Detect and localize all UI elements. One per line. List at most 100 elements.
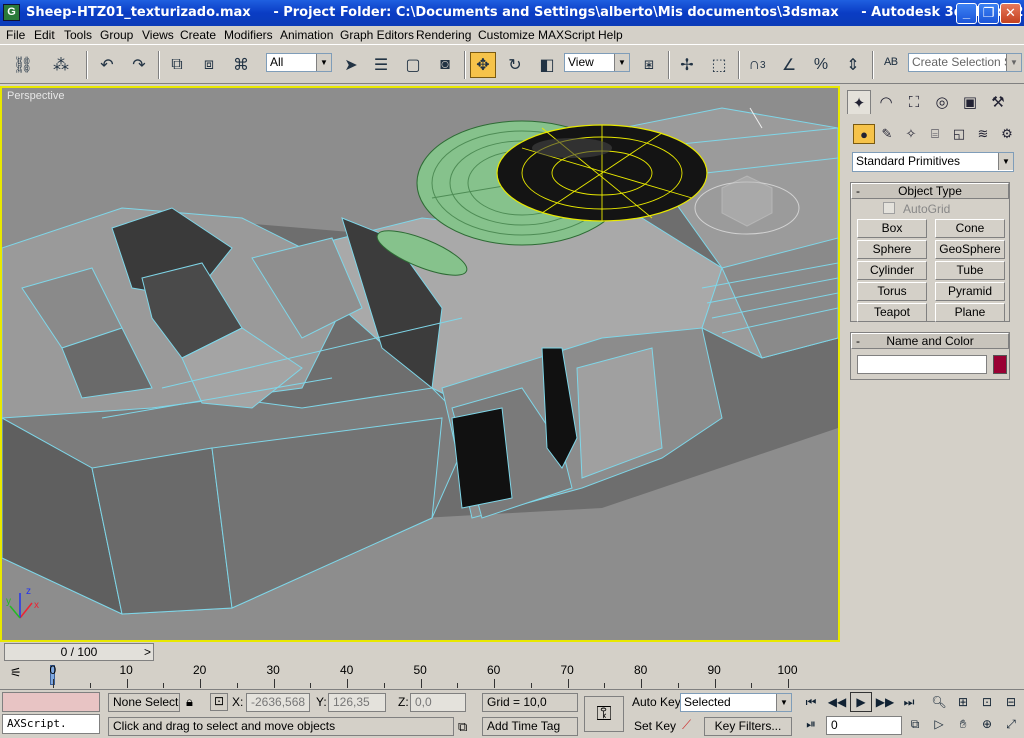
zoom-extents-icon[interactable]: ⊡ (976, 692, 998, 712)
snap-toggle-icon[interactable]: ∩ 3 (744, 52, 770, 78)
percent-snap-icon[interactable]: % (808, 52, 834, 78)
y-coordinate-field[interactable]: 126,35 (328, 693, 386, 712)
set-key-button[interactable]: Set Key (634, 719, 676, 733)
move-icon[interactable]: ✥ (470, 52, 496, 78)
select-manipulate-icon[interactable]: ✢ (674, 52, 700, 78)
menu-animation[interactable]: Animation (280, 28, 333, 42)
shapes-icon[interactable]: ✎ (876, 124, 898, 144)
key-filters-button[interactable]: Key Filters... (704, 717, 792, 736)
plane-button[interactable]: Plane (935, 303, 1005, 322)
selection-filter-dropdown[interactable]: All ▼ (266, 53, 332, 72)
cone-button[interactable]: Cone (935, 219, 1005, 238)
maximize-viewport-icon[interactable]: ⤢ (1000, 714, 1022, 734)
viewport-label[interactable]: Perspective (7, 90, 64, 102)
absolute-mode-icon[interactable]: ⊡ (210, 693, 228, 711)
window-crossing-icon[interactable]: ◙ (432, 52, 458, 78)
use-pivot-center-icon[interactable]: ⧆ (636, 52, 662, 78)
named-selection-input[interactable]: Create Selection Set ▼ (908, 53, 1022, 72)
field-of-view-icon[interactable]: ▷ (928, 714, 950, 734)
track-bar[interactable]: ⚟ 0 10 20 30 40 50 60 70 80 90 100 (0, 663, 844, 689)
menu-rendering[interactable]: Rendering (416, 28, 471, 42)
menu-graph-editors[interactable]: Graph Editors (340, 28, 414, 42)
next-frame-icon[interactable]: ▶▶ (874, 692, 896, 712)
lights-icon[interactable]: ✧ (900, 124, 922, 144)
reference-coord-dropdown[interactable]: View ▼ (564, 53, 630, 72)
play-icon[interactable]: ▶ (850, 692, 872, 712)
go-to-start-icon[interactable]: ⏮ (800, 692, 822, 712)
x-coordinate-field[interactable]: -2636,568 (246, 693, 310, 712)
keyboard-shortcut-icon[interactable]: ⬚ (706, 52, 732, 78)
space-warps-icon[interactable]: ≋ (972, 124, 994, 144)
autogrid-checkbox[interactable] (883, 202, 895, 214)
previous-frame-icon[interactable]: ◀◀ (826, 692, 848, 712)
lock-icon[interactable]: 🔒︎ (186, 694, 193, 710)
object-name-input[interactable] (857, 355, 987, 374)
menu-maxscript[interactable]: MAXScript (538, 28, 595, 42)
z-coordinate-field[interactable]: 0,0 (410, 693, 466, 712)
curve-editor-icon[interactable]: ⟋ (682, 717, 691, 733)
object-type-header[interactable]: - Object Type (851, 183, 1009, 199)
helpers-icon[interactable]: ◱ (948, 124, 970, 144)
systems-icon[interactable]: ⚙ (996, 124, 1018, 144)
maxscript-input[interactable]: AXScript. (2, 714, 100, 734)
cylinder-button[interactable]: Cylinder (857, 261, 927, 280)
zoom-extents-all-icon[interactable]: ⊟ (1000, 692, 1022, 712)
perspective-viewport[interactable]: z x y Perspective (0, 86, 840, 642)
sphere-button[interactable]: Sphere (857, 240, 927, 259)
geometry-icon[interactable]: ● (853, 124, 875, 144)
rotate-icon[interactable]: ↻ (502, 52, 528, 78)
menu-file[interactable]: File (6, 28, 25, 42)
maximize-button[interactable]: ❐ (978, 3, 999, 24)
menu-group[interactable]: Group (100, 28, 133, 42)
redo-icon[interactable]: ↷ (126, 52, 152, 78)
select-by-name-icon[interactable]: ☰ (368, 52, 394, 78)
hierarchy-tab-icon[interactable]: ⛶ (902, 90, 926, 114)
bind-icon[interactable]: ⌘ (228, 52, 254, 78)
current-frame-field[interactable]: 0 (826, 716, 902, 735)
utilities-tab-icon[interactable]: ⚒ (986, 90, 1010, 114)
pyramid-button[interactable]: Pyramid (935, 282, 1005, 301)
minimize-button[interactable]: _ (956, 3, 977, 24)
category-dropdown[interactable]: Standard Primitives ▼ (852, 152, 1014, 172)
menu-edit[interactable]: Edit (34, 28, 55, 42)
add-time-tag-button[interactable]: Add Time Tag (482, 717, 578, 736)
key-mode-dropdown[interactable]: Selected ▼ (680, 693, 792, 712)
cameras-icon[interactable]: ⌸ (924, 124, 946, 144)
maxscript-listener-mini[interactable] (2, 692, 100, 712)
app-icon[interactable]: G (3, 4, 20, 21)
torus-button[interactable]: Torus (857, 282, 927, 301)
tube-button[interactable]: Tube (935, 261, 1005, 280)
menu-create[interactable]: Create (180, 28, 216, 42)
motion-tab-icon[interactable]: ◎ (930, 90, 954, 114)
teapot-button[interactable]: Teapot (857, 303, 927, 322)
undo-icon[interactable]: ↶ (94, 52, 120, 78)
named-sets-icon[interactable]: ᴬᴮ (878, 52, 904, 78)
zoom-icon[interactable]: 🔍︎ (928, 692, 950, 712)
hierarchy-link-icon[interactable]: ⁂ (48, 52, 74, 78)
zoom-all-icon[interactable]: ⊞ (952, 692, 974, 712)
key-mode-toggle-icon[interactable]: ⏯ (800, 714, 822, 734)
geosphere-button[interactable]: GeoSphere (935, 240, 1005, 259)
close-button[interactable]: ✕ (1000, 3, 1021, 24)
orbit-icon[interactable]: ⊕ (976, 714, 998, 734)
auto-key-button[interactable]: Auto Key (632, 695, 681, 709)
spinner-snap-icon[interactable]: ⇕ (840, 52, 866, 78)
menu-tools[interactable]: Tools (64, 28, 92, 42)
display-tab-icon[interactable]: ▣ (958, 90, 982, 114)
object-color-swatch[interactable] (993, 355, 1007, 374)
modify-tab-icon[interactable]: ◠ (874, 90, 898, 114)
track-bar-menu-icon[interactable]: ⚟ (10, 665, 32, 685)
name-color-header[interactable]: - Name and Color (851, 333, 1009, 349)
menu-views[interactable]: Views (142, 28, 174, 42)
bind-space-warp-icon[interactable]: ⧈ (196, 52, 222, 78)
menu-help[interactable]: Help (598, 28, 623, 42)
set-key-icon[interactable]: ⚿ (584, 696, 624, 732)
menu-customize[interactable]: Customize (478, 28, 535, 42)
go-to-end-icon[interactable]: ⏭ (898, 692, 920, 712)
angle-snap-icon[interactable]: ∠ (776, 52, 802, 78)
box-button[interactable]: Box (857, 219, 927, 238)
time-slider[interactable]: 0 / 100 > (4, 643, 154, 661)
create-tab-icon[interactable]: ✦ (847, 90, 871, 114)
select-link-icon[interactable]: ⛓ (10, 52, 36, 78)
rect-region-icon[interactable]: ▢ (400, 52, 426, 78)
